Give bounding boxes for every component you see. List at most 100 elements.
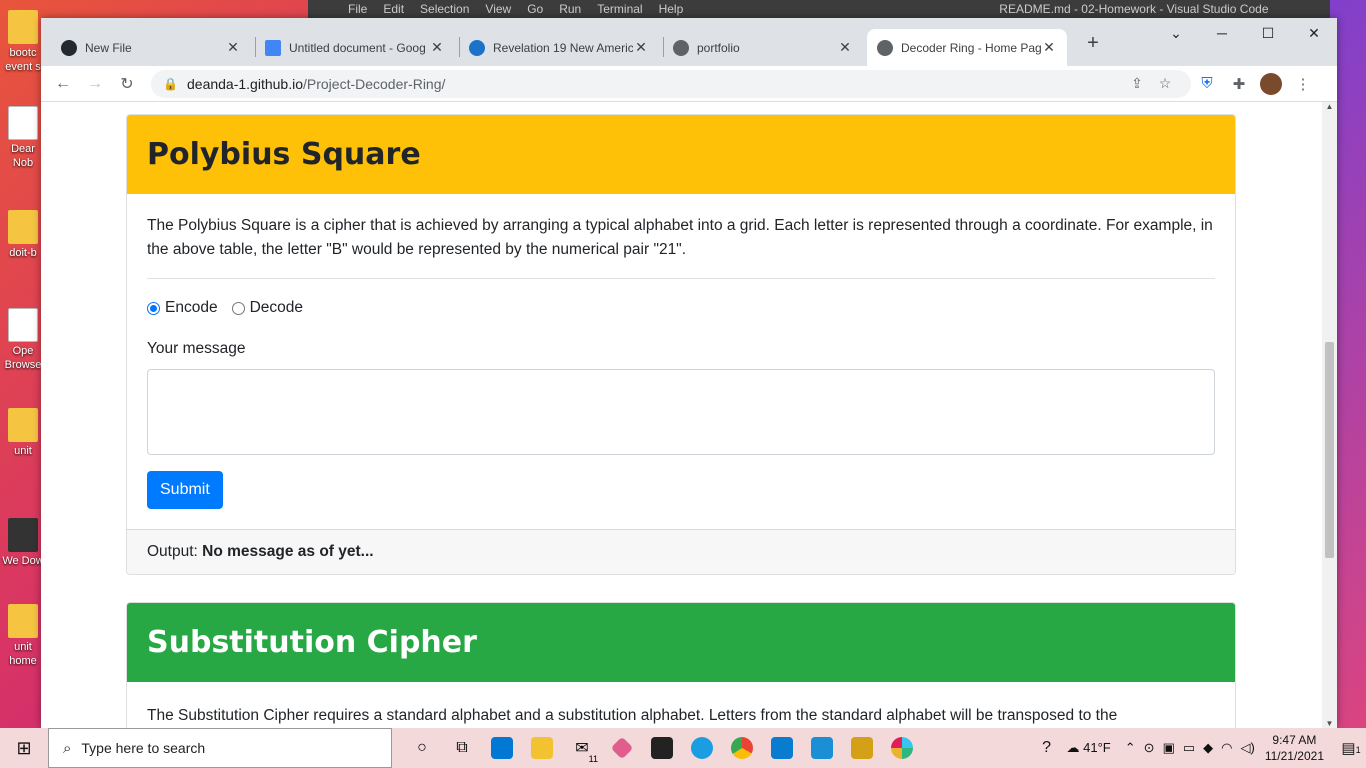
new-tab-button[interactable]: + <box>1079 32 1107 55</box>
close-icon[interactable]: ✕ <box>837 39 853 56</box>
back-button[interactable]: ← <box>47 70 79 98</box>
battery-icon[interactable]: ▭ <box>1183 740 1195 756</box>
close-icon[interactable]: ✕ <box>429 39 445 56</box>
share-icon[interactable]: ⇪ <box>1123 75 1151 92</box>
lock-icon[interactable]: 🔒 <box>163 77 178 91</box>
mail-icon[interactable]: ✉ 11 <box>562 728 602 768</box>
search-placeholder: Type here to search <box>81 740 206 756</box>
minimize-icon[interactable]: ─ <box>1199 18 1245 48</box>
help-icon[interactable]: ? <box>1027 728 1067 768</box>
tab-decoder-ring[interactable]: Decoder Ring - Home Pag ✕ <box>867 29 1067 66</box>
slack-icon[interactable] <box>882 728 922 768</box>
tab-new-file[interactable]: New File ✕ <box>51 29 251 66</box>
system-tray: ? ☁ 41°F ⌃ ⊙ ▣ ▭ ◆ ◠ ◁) 9:47 AM 11/21/20… <box>1027 728 1366 768</box>
reload-button[interactable]: ↻ <box>111 70 143 98</box>
document-icon <box>8 106 38 140</box>
polybius-title: Polybius Square <box>147 137 421 172</box>
chrome-icon[interactable] <box>722 728 762 768</box>
desktop-icon-label: Ope Browse <box>4 345 42 371</box>
taskbar-apps: ○ ⧉ ✉ 11 <box>402 728 922 768</box>
polybius-card: Polybius Square The Polybius Square is a… <box>126 114 1236 575</box>
substitution-title: Substitution Cipher <box>147 625 477 660</box>
scroll-down-icon[interactable]: ▼ <box>1322 719 1337 728</box>
close-icon[interactable]: ✕ <box>1041 39 1057 56</box>
windows-start-icon[interactable]: ⊞ <box>0 728 48 768</box>
notification-count: 1 <box>1355 745 1361 755</box>
close-window-icon[interactable]: ✕ <box>1291 18 1337 48</box>
bible-icon <box>469 39 485 56</box>
chevron-up-icon[interactable]: ⌃ <box>1125 740 1136 756</box>
close-icon[interactable]: ✕ <box>633 39 649 56</box>
desktop-icon-unit-home[interactable]: unit home <box>2 604 44 668</box>
tab-label: Untitled document - Goog <box>289 40 426 55</box>
edge-icon[interactable] <box>682 728 722 768</box>
vscode-icon[interactable] <box>762 728 802 768</box>
vscode-menu-terminal: Terminal <box>597 2 643 16</box>
page-scrollbar[interactable]: ▲ ▼ <box>1322 102 1337 728</box>
radio-unchecked-icon[interactable] <box>231 301 245 315</box>
desktop-icon-bootcamp[interactable]: bootc event s <box>2 10 44 74</box>
polybius-description: The Polybius Square is a cipher that is … <box>147 214 1215 279</box>
desktop-icon-web-download[interactable]: We Dow <box>2 518 44 568</box>
shield-extension-icon[interactable]: ⛨ <box>1191 70 1223 98</box>
task-view-icon[interactable]: ⧉ <box>442 728 482 768</box>
extensions-puzzle-icon[interactable]: ✚ <box>1223 70 1255 98</box>
forward-button[interactable]: → <box>79 70 111 98</box>
desktop-icon-label: doit-b <box>9 247 37 259</box>
terminal-icon[interactable] <box>642 728 682 768</box>
wifi-icon[interactable]: ◠ <box>1221 740 1232 756</box>
vscode-menu-go: Go <box>527 2 544 16</box>
profile-avatar[interactable] <box>1255 70 1287 98</box>
encode-radio[interactable]: Encode <box>147 296 218 320</box>
desktop-icon-unit[interactable]: unit <box>2 408 44 458</box>
output-label: Output: <box>147 543 198 560</box>
search-icon: ⌕ <box>63 739 72 757</box>
desktop-icon-dear[interactable]: Dear Nob <box>2 106 44 170</box>
desktop-icon-label: Dear Nob <box>11 143 35 169</box>
gitkraken-icon[interactable] <box>602 728 642 768</box>
store-icon[interactable] <box>482 728 522 768</box>
message-textarea[interactable] <box>147 369 1215 455</box>
browser-toolbar: ← → ↻ 🔒 deanda-1.github.io/Project-Decod… <box>41 66 1337 102</box>
tab-untitled-document[interactable]: Untitled document - Goog ✕ <box>255 29 455 66</box>
decode-label: Decode <box>249 299 304 316</box>
desktop-icon-doit[interactable]: doit-b <box>2 210 44 260</box>
app-icon <box>8 518 38 552</box>
tab-search-icon[interactable]: ⌄ <box>1153 18 1199 48</box>
tab-label: portfolio <box>697 40 740 55</box>
taskbar-search[interactable]: ⌕ Type here to search <box>48 728 392 768</box>
desktop-icon-open-browser[interactable]: Ope Browse <box>2 308 44 372</box>
tab-portfolio[interactable]: portfolio ✕ <box>663 29 863 66</box>
mode-radio-group: Encode Decode <box>147 296 1215 320</box>
clock[interactable]: 9:47 AM 11/21/2021 <box>1265 732 1324 764</box>
substitution-body: The Substitution Cipher requires a stand… <box>127 682 1235 728</box>
radio-checked-icon[interactable] <box>147 301 160 315</box>
scroll-up-icon[interactable]: ▲ <box>1322 102 1337 111</box>
dropbox-icon[interactable]: ◆ <box>1203 740 1213 756</box>
ime-icon[interactable]: ⊙ <box>1144 740 1155 756</box>
url-host: deanda-1.github.io <box>187 75 303 92</box>
notes-app-icon[interactable] <box>842 728 882 768</box>
submit-button[interactable]: Submit <box>147 471 223 509</box>
notification-center-icon[interactable]: ▤1 <box>1336 739 1366 757</box>
folder-icon <box>8 604 38 638</box>
address-bar[interactable]: 🔒 deanda-1.github.io/Project-Decoder-Rin… <box>151 69 1191 98</box>
display-icon[interactable]: ▣ <box>1163 740 1175 756</box>
cortana-icon[interactable]: ○ <box>402 728 442 768</box>
close-icon[interactable]: ✕ <box>225 39 241 56</box>
maximize-icon[interactable]: ☐ <box>1245 18 1291 48</box>
polybius-body: The Polybius Square is a cipher that is … <box>127 194 1235 529</box>
vscode-menu-selection: Selection <box>420 2 470 16</box>
vscode-menu-help: Help <box>658 2 684 16</box>
volume-icon[interactable]: ◁) <box>1241 740 1255 756</box>
bookmark-star-icon[interactable]: ☆ <box>1151 75 1179 92</box>
weather-widget[interactable]: ☁ 41°F <box>1067 740 1111 756</box>
tab-revelation[interactable]: Revelation 19 New Americ ✕ <box>459 29 659 66</box>
document-icon <box>8 308 38 342</box>
file-explorer-icon[interactable] <box>522 728 562 768</box>
decode-radio[interactable]: Decode <box>231 296 304 320</box>
more-menu-icon[interactable]: ⋮ <box>1287 70 1319 98</box>
message-label: Your message <box>147 340 246 357</box>
vivaldi-icon[interactable] <box>802 728 842 768</box>
scroll-thumb[interactable] <box>1325 342 1334 558</box>
